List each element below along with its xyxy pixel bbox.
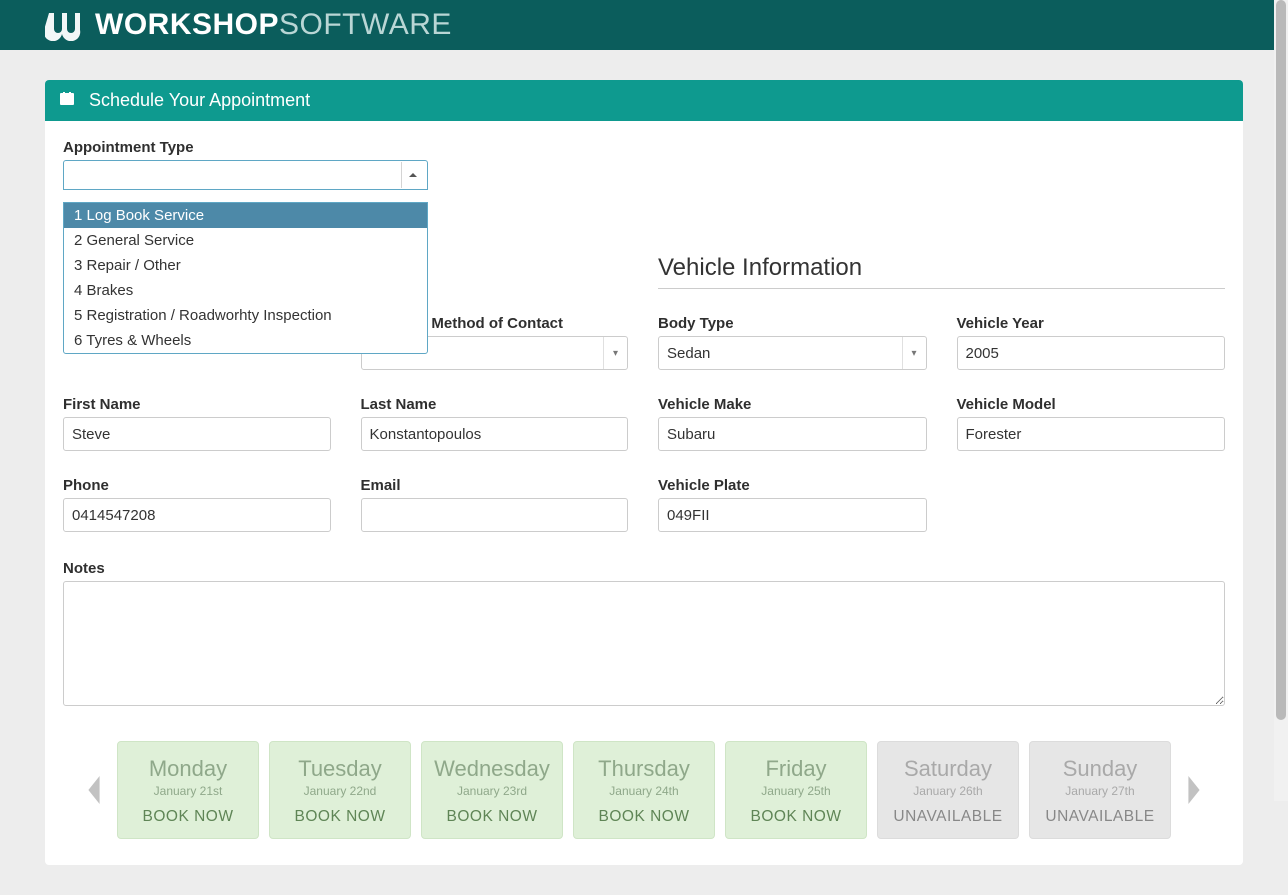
day-date: January 26th <box>913 784 982 798</box>
panel-title: Schedule Your Appointment <box>89 90 310 111</box>
label-first-name: First Name <box>63 396 331 413</box>
vehicle-year-field[interactable] <box>957 336 1226 370</box>
day-card-friday[interactable]: Friday January 25th BOOK NOW <box>725 741 867 839</box>
prev-week-button[interactable] <box>81 741 107 839</box>
day-card-thursday[interactable]: Thursday January 24th BOOK NOW <box>573 741 715 839</box>
chevron-down-icon: ▾ <box>603 337 627 369</box>
day-action: BOOK NOW <box>751 808 842 826</box>
label-vehicle-make: Vehicle Make <box>658 396 927 413</box>
day-date: January 23rd <box>457 784 527 798</box>
body-type-value: Sedan <box>667 345 710 362</box>
vehicle-plate-field[interactable] <box>658 498 927 532</box>
vertical-scrollbar[interactable] <box>1274 0 1288 801</box>
day-name: Tuesday <box>298 756 382 782</box>
label-vehicle-plate: Vehicle Plate <box>658 477 927 494</box>
label-last-name: Last Name <box>361 396 629 413</box>
next-week-button[interactable] <box>1181 741 1207 839</box>
day-name: Saturday <box>904 756 992 782</box>
dropdown-option[interactable]: 6 Tyres & Wheels <box>64 328 427 353</box>
dropdown-option[interactable]: 5 Registration / Roadworhty Inspection <box>64 303 427 328</box>
appointment-panel: Schedule Your Appointment Appointment Ty… <box>45 80 1243 865</box>
notes-field[interactable] <box>63 581 1225 706</box>
appointment-type-dropdown: 1 Log Book Service 2 General Service 3 R… <box>63 202 428 354</box>
brand-logo: WORKSHOPSOFTWARE <box>45 8 452 42</box>
day-action: BOOK NOW <box>447 808 538 826</box>
vehicle-model-field[interactable] <box>957 417 1226 451</box>
day-action: UNAVAILABLE <box>893 808 1002 826</box>
day-card-saturday: Saturday January 26th UNAVAILABLE <box>877 741 1019 839</box>
label-appointment-type: Appointment Type <box>63 139 1225 156</box>
dropdown-option[interactable]: 3 Repair / Other <box>64 253 427 278</box>
first-name-field[interactable] <box>63 417 331 451</box>
body-type-select[interactable]: Sedan ▾ <box>658 336 927 370</box>
chevron-up-icon <box>401 162 423 188</box>
email-field[interactable] <box>361 498 629 532</box>
day-name: Wednesday <box>434 756 550 782</box>
day-date: January 25th <box>761 784 830 798</box>
phone-field[interactable] <box>63 498 331 532</box>
section-vehicle-info: Vehicle Information <box>658 254 1225 289</box>
brand-icon <box>45 9 89 41</box>
day-date: January 21st <box>154 784 223 798</box>
day-date: January 24th <box>609 784 678 798</box>
day-action: BOOK NOW <box>295 808 386 826</box>
scrollbar-thumb[interactable] <box>1276 0 1286 720</box>
day-action: BOOK NOW <box>143 808 234 826</box>
label-vehicle-year: Vehicle Year <box>957 315 1226 332</box>
label-body-type: Body Type <box>658 315 927 332</box>
day-card-sunday: Sunday January 27th UNAVAILABLE <box>1029 741 1171 839</box>
label-notes: Notes <box>63 560 1225 577</box>
chevron-down-icon: ▾ <box>902 337 926 369</box>
day-card-tuesday[interactable]: Tuesday January 22nd BOOK NOW <box>269 741 411 839</box>
day-date: January 22nd <box>304 784 377 798</box>
date-picker-row: Monday January 21st BOOK NOW Tuesday January… <box>63 741 1225 839</box>
day-name: Sunday <box>1063 756 1138 782</box>
calendar-icon <box>59 90 75 111</box>
dropdown-option[interactable]: 4 Brakes <box>64 278 427 303</box>
label-vehicle-model: Vehicle Model <box>957 396 1226 413</box>
label-phone: Phone <box>63 477 331 494</box>
day-name: Friday <box>765 756 826 782</box>
brand-text: WORKSHOPSOFTWARE <box>95 8 452 42</box>
vehicle-make-field[interactable] <box>658 417 927 451</box>
label-email: Email <box>361 477 629 494</box>
day-name: Monday <box>149 756 227 782</box>
appointment-type-select[interactable] <box>63 160 428 190</box>
dropdown-option[interactable]: 1 Log Book Service <box>64 203 427 228</box>
panel-header: Schedule Your Appointment <box>45 80 1243 121</box>
day-card-monday[interactable]: Monday January 21st BOOK NOW <box>117 741 259 839</box>
dropdown-option[interactable]: 2 General Service <box>64 228 427 253</box>
app-header: WORKSHOPSOFTWARE <box>0 0 1280 50</box>
last-name-field[interactable] <box>361 417 629 451</box>
day-date: January 27th <box>1065 784 1134 798</box>
day-action: UNAVAILABLE <box>1045 808 1154 826</box>
day-action: BOOK NOW <box>599 808 690 826</box>
day-name: Thursday <box>598 756 690 782</box>
day-card-wednesday[interactable]: Wednesday January 23rd BOOK NOW <box>421 741 563 839</box>
